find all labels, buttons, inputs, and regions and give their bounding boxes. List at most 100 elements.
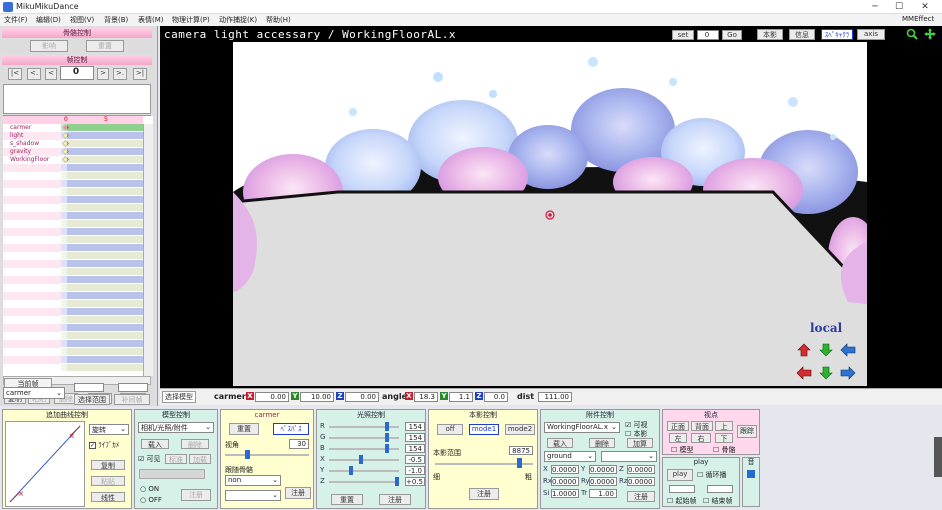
acc-x-input[interactable]: 0.0000 — [551, 465, 579, 474]
dist-input[interactable]: 111.00 — [538, 392, 572, 402]
play-button[interactable]: play — [667, 469, 693, 481]
timeline-cells[interactable] — [61, 292, 143, 300]
model-standard-button[interactable]: 标准 — [165, 454, 187, 464]
accessory-register-button[interactable]: 注册 — [627, 491, 655, 502]
next-frame-button[interactable]: > — [97, 68, 109, 80]
timeline-row[interactable] — [3, 236, 143, 244]
view-bottom-button[interactable]: 下 — [715, 433, 733, 443]
timeline-row[interactable] — [3, 284, 143, 292]
angle-z-input[interactable]: 0.0 — [484, 392, 508, 402]
view-right-button[interactable]: 右 — [691, 433, 711, 443]
accessory-parent-model-select[interactable]: ground ⌄ — [544, 451, 596, 462]
acc-y-input[interactable]: 0.0000 — [589, 465, 617, 474]
light-b-thumb[interactable] — [385, 444, 389, 453]
accessory-parent-bone-select[interactable]: ⌄ — [601, 451, 657, 462]
timeline[interactable]: 0 5 carmer light s_shadow gravity WorkingFlo… — [3, 116, 153, 376]
light-z-thumb[interactable] — [395, 477, 399, 486]
menu-help[interactable]: 帮助(H) — [266, 15, 291, 25]
start-frame-check[interactable]: ☐ 起始帧 — [667, 496, 697, 506]
timeline-cells[interactable] — [61, 172, 143, 180]
shadow-range-input[interactable]: 8875 — [509, 446, 533, 455]
model-load-button[interactable]: 载入 — [141, 439, 169, 449]
end-frame-check[interactable]: ☐ 结束帧 — [703, 496, 733, 506]
prev-key-button[interactable]: <. — [27, 68, 41, 80]
timeline-row[interactable] — [3, 348, 143, 356]
timeline-cells[interactable] — [61, 188, 143, 196]
timeline-cells[interactable] — [61, 340, 143, 348]
timeline-cells[interactable] — [61, 164, 143, 172]
minimize-button[interactable]: ─ — [866, 1, 884, 13]
timeline-row[interactable] — [3, 316, 143, 324]
interp-linear-button[interactable]: 线性 — [91, 492, 125, 502]
interpolation-curve[interactable]: ×× — [5, 421, 85, 507]
zoom-icon[interactable] — [906, 28, 918, 40]
select-model-button[interactable]: 选择模型 — [162, 391, 196, 403]
acc-z-input[interactable]: 0.0000 — [627, 465, 655, 474]
timeline-cells[interactable] — [61, 364, 143, 372]
timeline-row[interactable]: carmer — [3, 123, 143, 132]
bone-select[interactable] — [139, 469, 205, 479]
timeline-cells[interactable] — [61, 196, 143, 204]
go-button[interactable]: Go — [722, 30, 742, 40]
fov-slider-thumb[interactable] — [245, 450, 250, 459]
timeline-cells[interactable] — [61, 156, 143, 164]
acc-tr-input[interactable]: 1.00 — [589, 489, 617, 498]
light-reset-button[interactable]: 重置 — [331, 494, 363, 505]
timeline-row[interactable] — [3, 260, 143, 268]
menu-edit[interactable]: 编辑(D) — [36, 15, 61, 25]
timeline-row[interactable] — [3, 364, 143, 372]
fov-slider-track[interactable] — [225, 454, 309, 456]
timeline-cells[interactable] — [61, 284, 143, 292]
acc-rz-input[interactable]: 0.0000 — [627, 477, 655, 486]
move-x-icon[interactable] — [796, 366, 812, 380]
fov-input[interactable]: 30 — [289, 439, 309, 449]
view-follow-button[interactable]: 跟踪 — [737, 425, 757, 438]
camera-x-input[interactable]: 0.00 — [255, 392, 289, 402]
frame-input[interactable]: 0 — [60, 66, 94, 80]
timeline-cells[interactable] — [61, 348, 143, 356]
timeline-row[interactable] — [3, 268, 143, 276]
camera-register-button[interactable]: 注册 — [285, 487, 311, 499]
timeline-row[interactable] — [3, 308, 143, 316]
follow-bone-select[interactable]: ⌄ — [225, 490, 281, 501]
timeline-row[interactable] — [3, 228, 143, 236]
timeline-cells[interactable] — [61, 268, 143, 276]
timeline-cells[interactable] — [61, 220, 143, 228]
angle-x-input[interactable]: 18.3 — [414, 392, 438, 402]
timeline-cells[interactable] — [61, 140, 143, 148]
close-button[interactable]: ✕ — [916, 1, 934, 13]
fullscreen-toggle[interactable]: ｽﾍﾟｷｬｸﾗ — [821, 29, 853, 40]
next-key-button[interactable]: >. — [113, 68, 127, 80]
prev-frame-button[interactable]: < — [45, 68, 57, 80]
timeline-cursor[interactable] — [61, 124, 67, 376]
light-g-input[interactable]: 154 — [405, 433, 425, 442]
timeline-row[interactable] — [3, 276, 143, 284]
timeline-cells[interactable] — [61, 324, 143, 332]
view-top-button[interactable]: 上 — [715, 421, 733, 431]
interpolate-button[interactable]: 补间帧 — [114, 394, 150, 405]
live-camera-check[interactable]: ✓ ﾗｲﾌﾞｶﾒ — [89, 440, 119, 450]
acc-si-input[interactable]: 1.0000 — [551, 489, 579, 498]
bone-reset-button[interactable]: 重置 — [86, 40, 124, 52]
timeline-row[interactable] — [3, 220, 143, 228]
shadow-slider-thumb[interactable] — [517, 458, 522, 468]
timeline-row[interactable]: s_shadow — [3, 139, 143, 148]
camera-y-input[interactable]: 10.00 — [300, 392, 334, 402]
acc-ry-input[interactable]: 0.0000 — [589, 477, 617, 486]
light-x-input[interactable]: -0.5 — [405, 455, 425, 464]
menu-file[interactable]: 文件(F) — [4, 15, 28, 25]
set-frame-button[interactable]: set — [672, 30, 694, 40]
info-button[interactable]: 信息 — [789, 29, 815, 40]
timeline-row[interactable] — [3, 180, 143, 188]
bone-affect-button[interactable]: 影响 — [30, 40, 68, 52]
interp-paste-button[interactable]: 粘贴 — [91, 476, 125, 486]
menu-physics[interactable]: 物理计算(P) — [172, 15, 210, 25]
perspective-toggle[interactable]: ﾍﾟｽﾊﾟｽ — [273, 423, 309, 435]
axis-button[interactable]: axis — [857, 29, 885, 40]
rotate-x-icon[interactable] — [796, 343, 812, 357]
shadow-off-button[interactable]: off — [437, 424, 463, 435]
range-start-input[interactable] — [74, 383, 104, 392]
scene-render[interactable] — [233, 42, 867, 386]
play-end-input[interactable] — [707, 485, 733, 493]
off-radio[interactable]: ○ OFF — [140, 496, 162, 504]
